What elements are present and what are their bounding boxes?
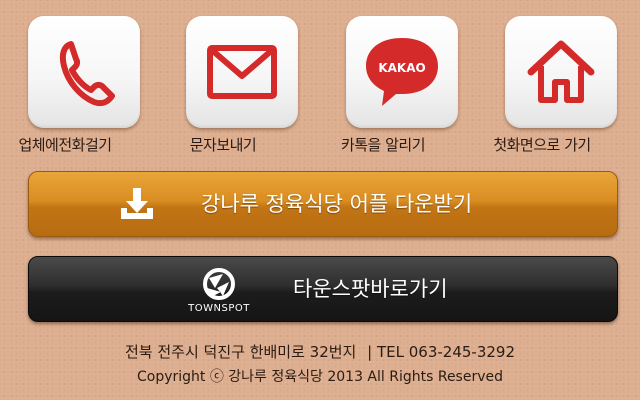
call-business-label: 업체에전화걸기 xyxy=(18,136,112,154)
home-button[interactable] xyxy=(505,16,617,128)
phone-icon xyxy=(59,41,115,107)
kakao-share-label: 카톡을 알리기 xyxy=(340,136,426,154)
footer-address: 전북 전주시 덕진구 한배미로 32번지 xyxy=(124,343,357,361)
send-text-label: 문자보내기 xyxy=(189,136,257,154)
app-download-button[interactable]: 강나루 정육식당 어플 다운받기 xyxy=(28,171,618,237)
kakao-icon-text: KAKAO xyxy=(378,61,425,75)
home-icon xyxy=(527,40,595,103)
home-label: 첫화면으로 가기 xyxy=(493,136,591,154)
download-icon xyxy=(121,188,153,219)
app-download-label: 강나루 정육식당 어플 다운받기 xyxy=(201,192,473,216)
townspot-label: 타운스팟바로가기 xyxy=(293,277,448,301)
envelope-icon xyxy=(207,45,277,99)
footer-tel: | TEL 063-245-3292 xyxy=(367,343,515,361)
townspot-logo-icon: TOWNSPOT xyxy=(187,268,250,314)
footer-copyright: Copyright ⓒ 강나루 정육식당 2013 All Rights Res… xyxy=(136,369,504,385)
call-business-button[interactable] xyxy=(28,16,140,128)
townspot-logo-text: TOWNSPOT xyxy=(187,303,250,314)
kakao-share-button[interactable]: KAKAO xyxy=(346,16,458,128)
kakao-speech-bubble-icon: KAKAO xyxy=(366,38,438,106)
footer-address-line: 전북 전주시 덕진구 한배미로 32번지 | TEL 063-245-3292 xyxy=(0,341,640,362)
send-text-button[interactable] xyxy=(186,16,298,128)
townspot-button[interactable]: TOWNSPOT 타운스팟바로가기 xyxy=(28,256,618,322)
